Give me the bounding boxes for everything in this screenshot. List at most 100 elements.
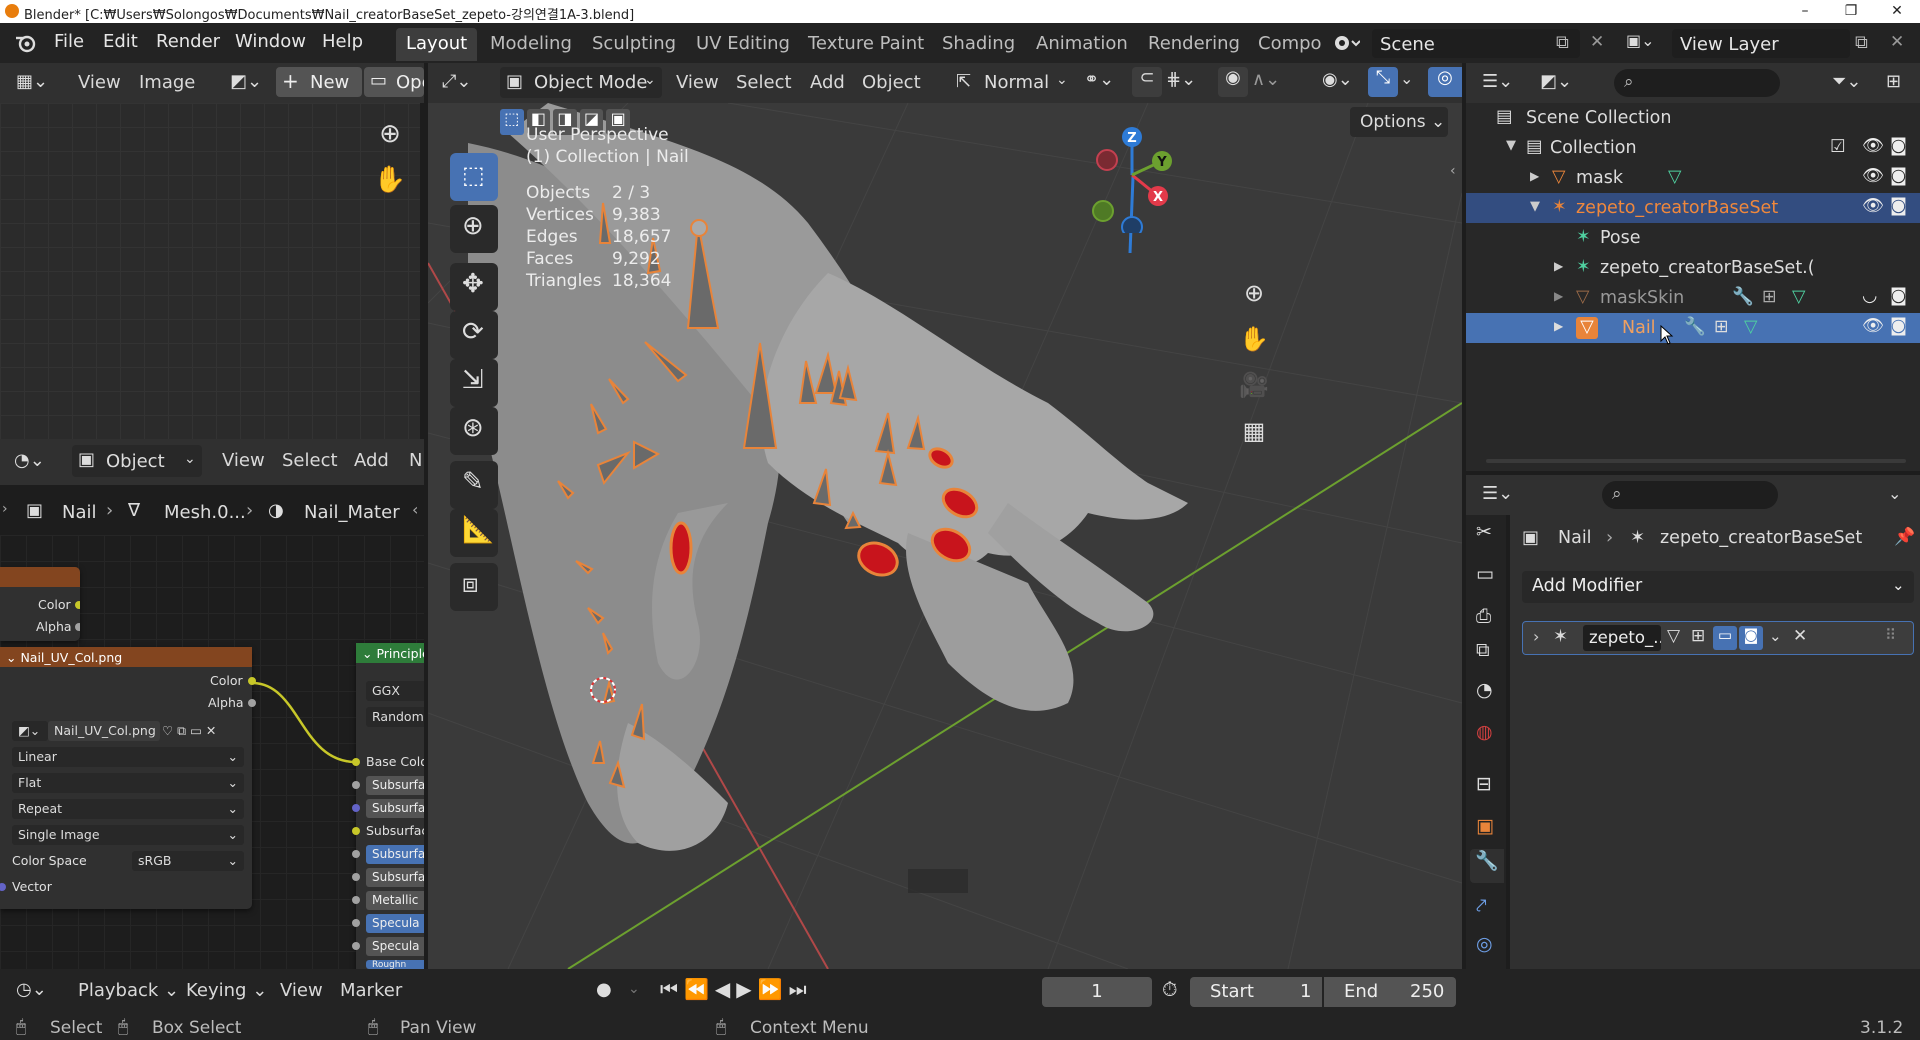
visibility-icon[interactable]: ◉⌄ bbox=[1322, 69, 1353, 90]
zoom-icon[interactable]: ⊕ bbox=[370, 119, 410, 159]
world-tab-icon[interactable]: ◍ bbox=[1476, 721, 1493, 743]
image-datablock-icons[interactable]: ♡ ⧉ ▭ ✕ bbox=[162, 723, 216, 739]
camera-view-icon[interactable]: 🎥 bbox=[1236, 371, 1272, 407]
constraints-tab-icon[interactable]: ◎ bbox=[1476, 933, 1493, 955]
blender-menu-icon[interactable] bbox=[14, 32, 38, 54]
proportional-edit-icon[interactable]: ◉ bbox=[1218, 67, 1248, 97]
camera-render-icon[interactable]: ◙ bbox=[1890, 316, 1907, 336]
view-layer-tab-icon[interactable]: ⧉ bbox=[1476, 639, 1490, 661]
image-browse-icon[interactable]: ◩⌄ bbox=[230, 71, 262, 92]
menu-edit[interactable]: Edit bbox=[103, 31, 138, 52]
editor-type-icon[interactable]: ▦⌄ bbox=[16, 71, 48, 92]
outliner-search-input[interactable]: ⌕ bbox=[1614, 69, 1780, 97]
scene-selector-icon[interactable] bbox=[1330, 29, 1360, 57]
image-editor-canvas[interactable]: ⊕ ✋ bbox=[0, 103, 420, 439]
image-menu[interactable]: Image bbox=[139, 72, 195, 93]
principled-node-header[interactable]: ⌄ Principle bbox=[356, 643, 424, 663]
menu-window[interactable]: Window bbox=[235, 31, 306, 52]
eye-icon[interactable]: 👁 bbox=[1862, 316, 1884, 336]
node-select-menu[interactable]: Select bbox=[282, 450, 338, 471]
transform-orientation-dropdown[interactable]: ⇱ Normal ⌄ bbox=[956, 68, 1074, 98]
shader-editor-type-icon[interactable]: ◔⌄ bbox=[14, 450, 45, 471]
color-space-dropdown[interactable]: sRGB ⌄ bbox=[132, 851, 244, 871]
pivot-point-icon[interactable]: ⚭⌄ bbox=[1084, 69, 1114, 90]
close-window-button[interactable]: ✕ bbox=[1874, 0, 1920, 23]
stopwatch-icon[interactable]: ⏱ bbox=[1162, 977, 1178, 1001]
viewport-object-menu[interactable]: Object bbox=[862, 72, 921, 93]
marker-menu[interactable]: Marker bbox=[340, 980, 402, 1001]
minimize-button[interactable]: – bbox=[1782, 0, 1828, 23]
measure-tool[interactable]: 📐 bbox=[450, 509, 498, 557]
new-image-button[interactable]: + New bbox=[276, 67, 362, 97]
transform-tool[interactable]: ⊛ bbox=[450, 407, 498, 455]
object-mode-dropdown[interactable]: ▣ Object ⌄ bbox=[72, 445, 202, 477]
projection-dropdown[interactable]: Flat ⌄ bbox=[12, 773, 244, 793]
new-scene-icon[interactable]: ⧉ bbox=[1556, 32, 1569, 53]
sidebar-toggle-icon[interactable]: ‹ bbox=[1450, 163, 1456, 179]
image-texture-node[interactable]: ⌄ Nail_UV_Col.png Color Alpha ◩⌄ Nail_UV… bbox=[0, 647, 256, 909]
menu-help[interactable]: Help bbox=[322, 31, 363, 52]
render-tab-icon[interactable]: ▭ bbox=[1476, 563, 1494, 585]
principled-bsdf-node[interactable]: ⌄ Principle GGX Random Base Colo Subsurf… bbox=[352, 643, 424, 969]
drag-handle-icon[interactable]: ⠿ bbox=[1885, 626, 1896, 644]
image-name-field[interactable]: Nail_UV_Col.png bbox=[48, 721, 160, 741]
move-tool[interactable]: ✥ bbox=[450, 263, 498, 311]
remove-modifier-icon[interactable]: ✕ bbox=[1793, 626, 1807, 646]
tab-compositing[interactable]: Compo bbox=[1248, 28, 1332, 61]
outliner-row-armature-data[interactable]: ▶ ✶ zepeto_creatorBaseSet.( bbox=[1466, 253, 1920, 283]
node-editor-canvas[interactable]: Color Alpha ⌄ Nail_UV_Col.png Color Alph… bbox=[0, 535, 424, 969]
select-new-icon[interactable]: ⬚ bbox=[500, 109, 524, 135]
outliner-row-mask[interactable]: ▶ ▽ mask ▽ 👁 ◙ bbox=[1466, 163, 1920, 193]
add-modifier-dropdown[interactable]: Add Modifier ⌄ bbox=[1522, 571, 1914, 603]
tab-texture-paint[interactable]: Texture Paint bbox=[798, 28, 934, 61]
scale-tool[interactable]: ⇲ bbox=[450, 359, 498, 407]
display-mode-icon[interactable]: ◩⌄ bbox=[1540, 71, 1572, 92]
maximize-button[interactable]: ❐ bbox=[1828, 0, 1874, 23]
overlay-toggle-icon[interactable]: ◎ bbox=[1428, 67, 1462, 97]
pan-view-hand-icon[interactable]: ✋ bbox=[1236, 325, 1272, 361]
eye-icon[interactable]: 👁 bbox=[1862, 196, 1884, 216]
pin-icon[interactable]: 📌 bbox=[1894, 527, 1915, 547]
texture-node-partial[interactable]: Color Alpha bbox=[0, 567, 80, 641]
exclude-checkbox[interactable]: ☑ bbox=[1830, 137, 1846, 157]
scene-name-field[interactable]: Scene bbox=[1372, 29, 1580, 58]
tab-rendering[interactable]: Rendering bbox=[1138, 28, 1250, 61]
alpha-socket[interactable] bbox=[75, 623, 80, 631]
playback-menu[interactable]: Playback ⌄ bbox=[78, 980, 179, 1001]
outliner-row-nail[interactable]: ▶ ▽ Nail 🔧 ⊞ ▽ 👁 ◙ bbox=[1466, 313, 1920, 343]
tab-sculpting[interactable]: Sculpting bbox=[582, 28, 686, 61]
modifier-menu-chevron-icon[interactable]: ⌄ bbox=[1769, 627, 1782, 645]
node-menu[interactable]: N bbox=[409, 450, 422, 471]
color-socket[interactable] bbox=[75, 601, 80, 609]
modifier-tab-icon[interactable]: 🔧 bbox=[1470, 849, 1504, 883]
menu-file[interactable]: File bbox=[54, 31, 84, 52]
snap-toggle-icon[interactable]: ⊂ bbox=[1132, 67, 1162, 97]
view-layer-selector-icon[interactable]: ▣⌄ bbox=[1626, 31, 1666, 57]
image-node-header[interactable]: ⌄ Nail_UV_Col.png bbox=[0, 647, 252, 667]
view-layer-name-field[interactable]: View Layer bbox=[1672, 29, 1850, 58]
viewport-select-menu[interactable]: Select bbox=[736, 72, 792, 93]
filter-icon[interactable]: ⏷⌄ bbox=[1832, 71, 1861, 92]
delete-view-layer-icon[interactable]: ✕ bbox=[1890, 32, 1904, 52]
camera-render-icon[interactable]: ◙ bbox=[1890, 166, 1907, 186]
outliner-row-collection[interactable]: ▼ ▤ Collection ☑ 👁 ◙ bbox=[1466, 133, 1920, 163]
3d-viewport[interactable]: Z X Y ⬚ ◧ ◨ ◪ ▣ Options ⌄ ⬚ ⊕ ✥ ⟳ ⇲ ⊛ ✎ … bbox=[428, 103, 1462, 969]
object-mode-dropdown[interactable]: ▣ Object Mode ⌄ bbox=[500, 67, 662, 98]
eye-icon[interactable]: 👁 bbox=[1862, 166, 1884, 186]
select-box-tool[interactable]: ⬚ bbox=[450, 153, 498, 201]
interpolation-dropdown[interactable]: Linear ⌄ bbox=[12, 747, 244, 767]
menu-render[interactable]: Render bbox=[156, 31, 220, 52]
auto-keying-icon[interactable]: ● bbox=[596, 979, 612, 1000]
gizmo-toggle-icon[interactable]: ⤡ bbox=[1368, 67, 1398, 97]
properties-editor-type-icon[interactable]: ☰⌄ bbox=[1482, 483, 1513, 504]
camera-render-icon[interactable]: ◙ bbox=[1890, 286, 1907, 306]
properties-options-icon[interactable]: ⌄ bbox=[1888, 484, 1901, 503]
eye-hidden-icon[interactable]: ◡ bbox=[1862, 286, 1877, 306]
tab-animation[interactable]: Animation bbox=[1026, 28, 1138, 61]
image-browse-icon[interactable]: ◩⌄ bbox=[12, 721, 48, 741]
extension-dropdown[interactable]: Repeat ⌄ bbox=[12, 799, 244, 819]
tab-shading[interactable]: Shading bbox=[932, 28, 1025, 61]
vector-socket[interactable] bbox=[0, 883, 6, 891]
image-alpha-socket[interactable] bbox=[248, 699, 256, 707]
scene-tab-icon[interactable]: ◔ bbox=[1476, 679, 1493, 701]
